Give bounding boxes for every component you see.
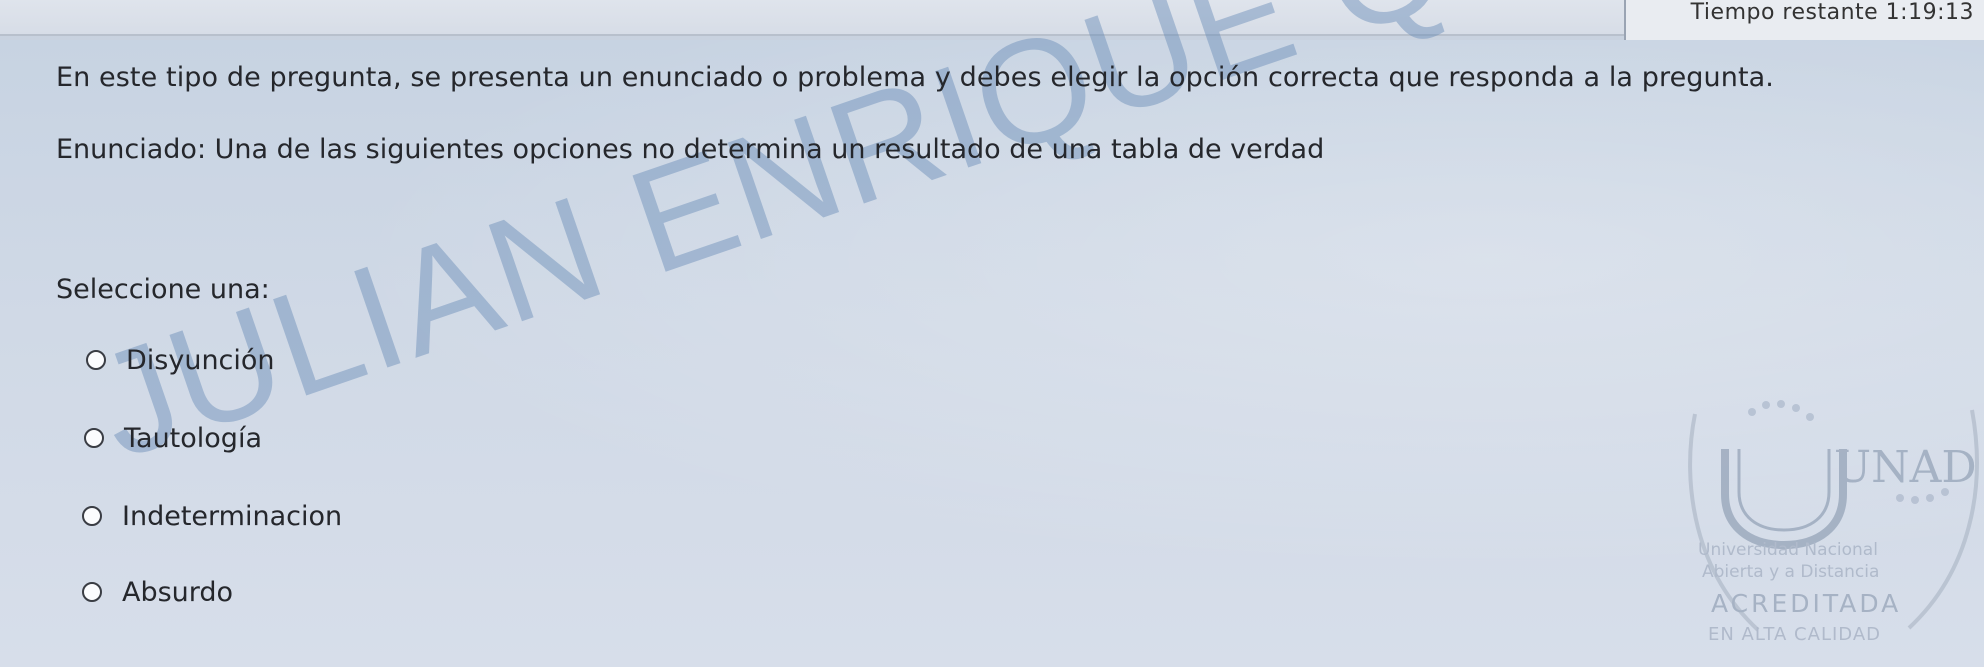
selection-prompt: Seleccione una: [56,274,270,305]
radio-button-icon[interactable] [84,428,104,448]
answer-option-tautologia[interactable]: Tautología [84,418,262,458]
timer-box: Tiempo restante 1:19:13 [1624,0,1984,42]
question-instruction: En este tipo de pregunta, se presenta un… [56,62,1774,93]
answer-option-indeterminacion[interactable]: Indeterminacion [82,496,342,536]
radio-button-icon[interactable] [82,506,102,526]
radio-button-icon[interactable] [86,350,106,370]
answer-option-disyuncion[interactable]: Disyunción [86,340,275,380]
remaining-time: Tiempo restante 1:19:13 [1690,0,1974,25]
answer-option-label: Indeterminacion [122,500,343,532]
answer-option-label: Tautología [124,422,262,454]
answer-option-label: Absurdo [122,576,234,608]
quiz-screen: Tiempo restante 1:19:13 JULIAN ENRIQUE Q… [0,0,1984,667]
question-statement: Enunciado: Una de las siguientes opcione… [56,134,1325,165]
radio-button-icon[interactable] [82,582,102,602]
answer-option-label: Disyunción [126,344,275,376]
answer-option-absurdo[interactable]: Absurdo [82,572,233,612]
